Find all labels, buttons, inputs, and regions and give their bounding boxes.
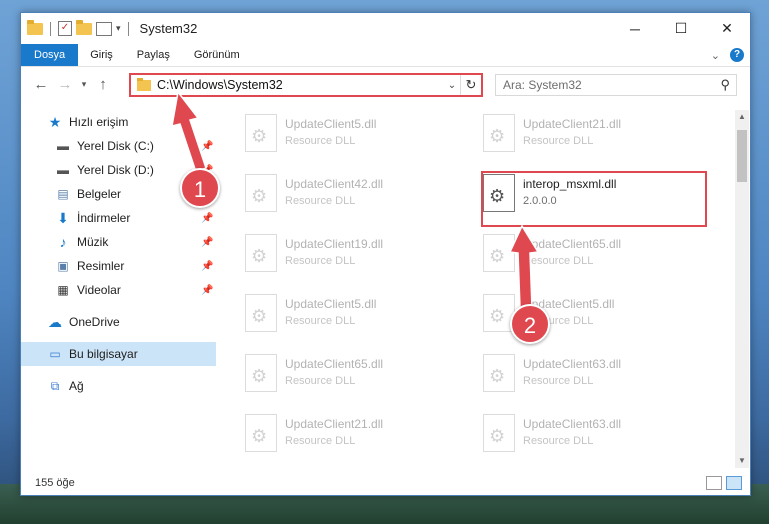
annotation-arrows: [171, 90, 540, 309]
arrow-1-shape: [171, 90, 207, 173]
arrow-2-shape: [508, 224, 540, 309]
step-1-badge: 1: [180, 168, 220, 208]
step-2-badge: 2: [510, 304, 550, 344]
